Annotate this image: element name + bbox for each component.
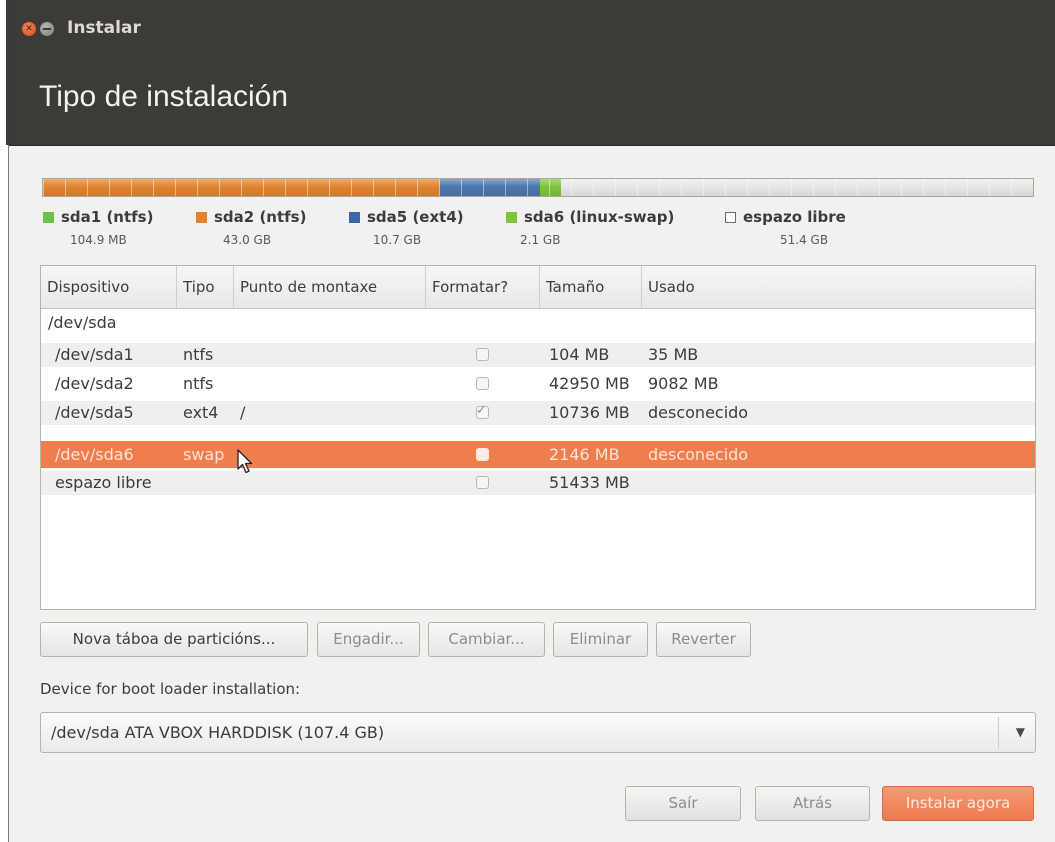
legend-size: 2.1 GB <box>520 233 561 247</box>
mouse-pointer-icon <box>237 449 253 474</box>
delete-partition-button[interactable]: Eliminar <box>553 622 648 657</box>
table-row[interactable]: /dev/sda <box>41 311 1035 335</box>
back-button[interactable]: Atrás <box>755 786 870 821</box>
legend-swatch <box>196 212 207 223</box>
legend-name: sda2 (ntfs) <box>214 208 307 226</box>
format-checkbox[interactable] <box>476 348 489 361</box>
revert-button[interactable]: Reverter <box>656 622 751 657</box>
table-row[interactable]: /dev/sda2 ntfs 42950 MB 9082 MB <box>41 372 1035 396</box>
cell-size: 10736 MB <box>549 403 630 422</box>
cell-used: 9082 MB <box>648 374 719 393</box>
partition-bar <box>42 178 1034 197</box>
cell-device: espazo libre <box>55 473 152 492</box>
bootloader-device-select[interactable]: /dev/sda ATA VBOX HARDDISK (107.4 GB) ▼ <box>40 712 1036 753</box>
cell-mount: / <box>240 403 246 422</box>
install-now-button[interactable]: Instalar agora <box>882 786 1034 821</box>
add-partition-button[interactable]: Engadir... <box>317 622 420 657</box>
cell-used: desconecido <box>648 403 749 422</box>
window-title: Instalar <box>67 18 141 38</box>
cell-used: desconecido <box>648 445 749 464</box>
close-window-button[interactable] <box>22 22 36 36</box>
bootloader-device-value: /dev/sda ATA VBOX HARDDISK (107.4 GB) <box>51 723 385 742</box>
legend-name: sda6 (linux-swap) <box>524 208 675 226</box>
minimize-window-button[interactable] <box>40 22 54 36</box>
column-header-format[interactable]: Formatar? <box>426 266 540 308</box>
table-header: Dispositivo Tipo Punto de montaxe Format… <box>41 266 1035 309</box>
cell-used: 35 MB <box>648 345 699 364</box>
cell-type: swap <box>183 445 225 464</box>
cell-type: ntfs <box>183 345 214 364</box>
new-partition-table-button[interactable]: Nova táboa de particións... <box>40 622 308 657</box>
cell-type: ext4 <box>183 403 219 422</box>
legend-size: 10.7 GB <box>373 233 422 247</box>
cell-device: /dev/sda <box>48 313 117 332</box>
cell-size: 42950 MB <box>549 374 630 393</box>
table-row-selected[interactable]: /dev/sda6 swap 2146 MB desconecido <box>41 441 1035 468</box>
page-title: Tipo de instalación <box>39 80 289 113</box>
column-header-mount[interactable]: Punto de montaxe <box>234 266 426 308</box>
legend-size: 43.0 GB <box>223 233 272 247</box>
legend-swatch <box>43 212 54 223</box>
legend-size: 104.9 MB <box>70 233 127 247</box>
table-row[interactable]: /dev/sda5 ext4 / 10736 MB desconecido <box>41 401 1035 425</box>
cell-device: /dev/sda5 <box>55 403 134 422</box>
quit-button[interactable]: Saír <box>625 786 741 821</box>
cell-device: /dev/sda2 <box>55 374 134 393</box>
format-checkbox[interactable] <box>476 377 489 390</box>
legend-name: espazo libre <box>743 208 846 226</box>
cell-type: ntfs <box>183 374 214 393</box>
format-checkbox[interactable] <box>476 448 489 461</box>
column-header-device[interactable]: Dispositivo <box>41 266 177 308</box>
partition-table: Dispositivo Tipo Punto de montaxe Format… <box>40 265 1036 610</box>
cell-size: 2146 MB <box>549 445 620 464</box>
change-partition-button[interactable]: Cambiar... <box>428 622 545 657</box>
legend-swatch <box>725 212 736 223</box>
legend-name: sda5 (ext4) <box>367 208 464 226</box>
screen-edge <box>0 0 9 842</box>
format-checkbox[interactable] <box>476 476 489 489</box>
format-checkbox[interactable] <box>476 403 489 419</box>
dropdown-arrow-icon: ▼ <box>1015 725 1025 739</box>
cell-device: /dev/sda6 <box>55 445 134 464</box>
legend-swatch <box>349 212 360 223</box>
legend-swatch <box>506 212 517 223</box>
installer-window: Instalar Tipo de instalación sda1 (ntfs)… <box>9 0 1055 842</box>
cell-device: /dev/sda1 <box>55 345 134 364</box>
column-header-size[interactable]: Tamaño <box>540 266 642 308</box>
cell-size: 104 MB <box>549 345 610 364</box>
column-header-used[interactable]: Usado <box>642 266 1035 308</box>
cell-size: 51433 MB <box>549 473 630 492</box>
title-bar: Instalar Tipo de instalación <box>9 0 1055 146</box>
table-row[interactable]: espazo libre 51433 MB <box>41 471 1035 495</box>
table-row[interactable]: /dev/sda1 ntfs 104 MB 35 MB <box>41 343 1035 367</box>
legend-size: 51.4 GB <box>780 233 829 247</box>
column-header-type[interactable]: Tipo <box>177 266 234 308</box>
legend-name: sda1 (ntfs) <box>61 208 154 226</box>
bootloader-label: Device for boot loader installation: <box>40 680 301 698</box>
